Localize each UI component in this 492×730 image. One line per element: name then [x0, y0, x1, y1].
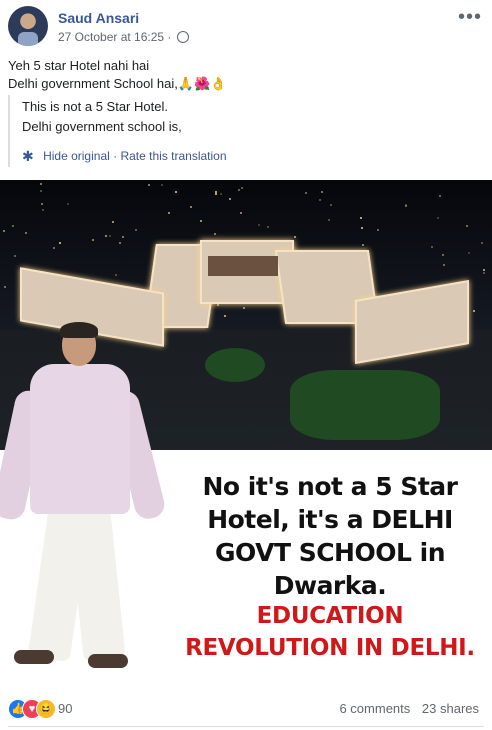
- city-light: [466, 225, 468, 227]
- post-header: Saud Ansari 27 October at 16:25 · •••: [0, 0, 492, 52]
- post-text: Yeh 5 star Hotel nahi hai Delhi governme…: [8, 57, 226, 93]
- city-light: [229, 198, 231, 200]
- comments-link[interactable]: 6 comments: [339, 701, 410, 716]
- person-leg: [68, 508, 126, 662]
- city-light: [405, 205, 407, 207]
- city-light: [161, 184, 163, 186]
- city-light: [473, 310, 475, 312]
- city-light: [40, 183, 42, 185]
- city-light: [220, 193, 222, 195]
- city-light: [321, 191, 323, 193]
- city-light: [53, 247, 55, 249]
- city-light: [12, 225, 14, 227]
- translation-box: This is not a 5 Star Hotel. Delhi govern…: [8, 95, 480, 167]
- city-light: [305, 192, 307, 194]
- globe-icon: [176, 31, 189, 43]
- city-light: [468, 252, 470, 254]
- city-light: [361, 227, 363, 229]
- city-light: [168, 212, 170, 214]
- city-light: [241, 187, 243, 189]
- city-light: [135, 229, 137, 231]
- city-light: [3, 230, 5, 232]
- divider: [8, 726, 484, 727]
- post-text-line: Yeh 5 star Hotel nahi hai: [8, 58, 150, 73]
- city-light: [243, 307, 245, 309]
- action-separator: ·: [113, 149, 118, 163]
- post-footer: 👍 ♥ 😆 90 6 comments 23 shares: [0, 690, 492, 730]
- shares-link[interactable]: 23 shares: [422, 701, 479, 716]
- city-light: [215, 191, 217, 193]
- city-light: [483, 269, 485, 271]
- city-light: [238, 189, 240, 191]
- city-light: [109, 235, 111, 237]
- person-shoe: [14, 650, 54, 664]
- translation-line: Delhi government school is,: [22, 119, 182, 134]
- city-light: [115, 274, 117, 276]
- city-light: [258, 224, 260, 226]
- translation-line: This is not a 5 Star Hotel.: [22, 99, 168, 114]
- post-meta: 27 October at 16:25 ·: [58, 30, 189, 44]
- city-light: [360, 217, 362, 219]
- author-name[interactable]: Saud Ansari: [58, 10, 139, 26]
- more-options-button[interactable]: •••: [458, 6, 482, 29]
- city-light: [148, 184, 150, 186]
- lawn: [290, 370, 440, 440]
- engagement-stats: 6 comments 23 shares: [339, 701, 479, 716]
- image-headline: No it's not a 5 Star Hotel, it's a DELHI…: [202, 472, 458, 600]
- haha-icon[interactable]: 😆: [36, 699, 56, 719]
- city-light: [328, 219, 330, 221]
- reaction-count[interactable]: 90: [58, 701, 72, 716]
- city-light: [215, 193, 217, 195]
- city-light: [443, 264, 445, 266]
- city-light: [362, 244, 364, 246]
- city-light: [442, 254, 444, 256]
- city-light: [439, 195, 441, 197]
- city-light: [40, 190, 42, 192]
- city-light: [42, 209, 44, 211]
- city-light: [483, 272, 485, 274]
- city-light: [294, 236, 296, 238]
- city-light: [481, 242, 483, 244]
- city-light: [240, 212, 242, 214]
- city-light: [217, 304, 219, 306]
- post-text-line: Delhi government School hai,🙏🌺👌: [8, 76, 227, 91]
- timestamp[interactable]: 27 October at 16:25: [58, 30, 164, 44]
- city-light: [92, 239, 94, 241]
- gear-icon[interactable]: ✱: [22, 148, 34, 165]
- person-shirt: [30, 364, 130, 514]
- city-light: [437, 217, 439, 219]
- hide-original-link[interactable]: Hide original: [43, 149, 110, 163]
- person-hair: [60, 322, 98, 338]
- city-light: [200, 220, 202, 222]
- translation-actions: ✱ Hide original · Rate this translation: [22, 148, 227, 165]
- city-light: [14, 255, 16, 257]
- city-light: [431, 246, 433, 248]
- lawn: [205, 348, 265, 382]
- city-light: [330, 204, 332, 206]
- city-light: [377, 229, 379, 231]
- city-light: [214, 233, 216, 235]
- city-light: [41, 203, 43, 205]
- city-light: [112, 221, 114, 223]
- city-light: [319, 199, 321, 201]
- city-light: [224, 315, 226, 317]
- rate-translation-link[interactable]: Rate this translation: [120, 149, 226, 163]
- avatar[interactable]: [8, 6, 48, 46]
- city-light: [190, 206, 192, 208]
- city-light: [4, 286, 6, 288]
- meta-separator: ·: [167, 30, 172, 44]
- image-subheadline: EDUCATION REVOLUTION IN DELHI.: [185, 603, 475, 661]
- building-roof: [208, 256, 278, 276]
- person-shoe: [88, 654, 128, 668]
- city-light: [105, 235, 107, 237]
- city-light: [119, 242, 121, 244]
- city-light: [175, 191, 177, 193]
- city-light: [25, 232, 27, 234]
- city-light: [67, 203, 69, 205]
- post-image[interactable]: No it's not a 5 Star Hotel, it's a DELHI…: [0, 180, 492, 690]
- city-light: [122, 236, 124, 238]
- city-light: [59, 242, 61, 244]
- city-light: [267, 226, 269, 228]
- person-figure: [0, 320, 170, 690]
